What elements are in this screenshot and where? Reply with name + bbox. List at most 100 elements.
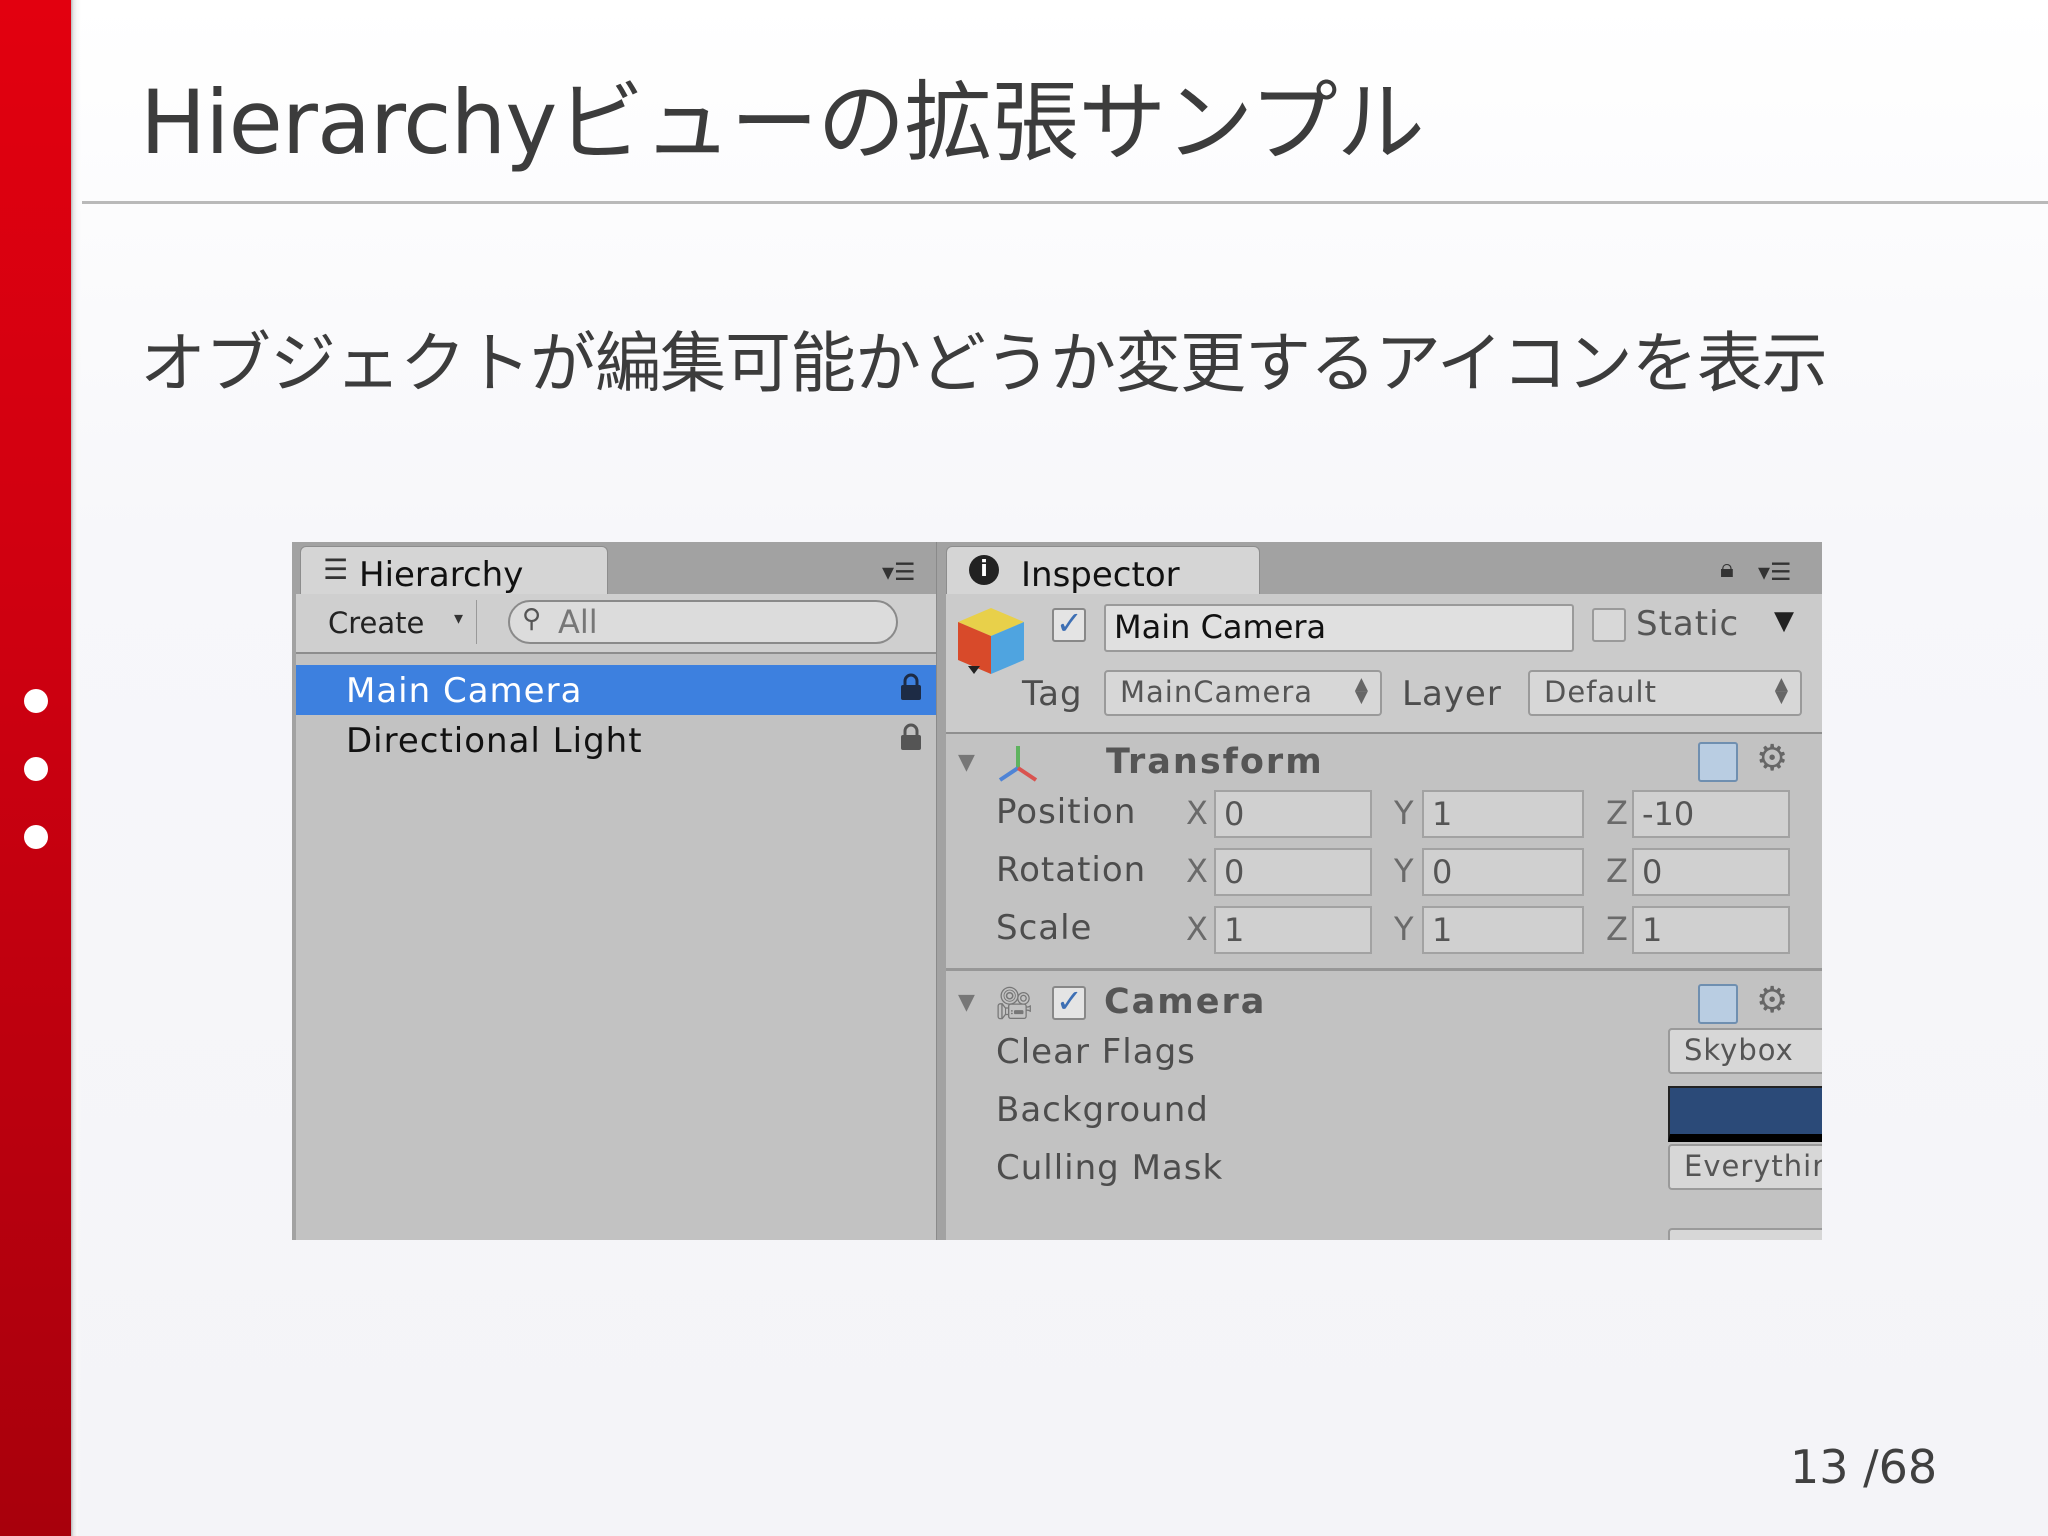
layer-dropdown[interactable]: Default ▲ ▼ xyxy=(1528,670,1802,716)
scale-y-value: 1 xyxy=(1432,911,1453,949)
slide-subtitle: オブジェクトが編集可能かどうか変更するアイコンを表示 xyxy=(140,325,1828,402)
search-placeholder: All xyxy=(558,603,598,641)
inspector-object-header: ✓ Main Camera Static ▼ Tag MainCamera ▲ ▼… xyxy=(946,594,1822,734)
inspector-tab-bar: i Inspector 🔒︎ ▾☰ xyxy=(946,542,1822,595)
foldout-arrow-icon[interactable]: ▼ xyxy=(958,750,975,775)
scale-z-value: 1 xyxy=(1642,911,1663,949)
rotation-z-value: 0 xyxy=(1642,853,1663,891)
info-icon: i xyxy=(969,555,999,585)
active-checkbox[interactable]: ✓ xyxy=(1052,604,1086,642)
hierarchy-item-label: Directional Light xyxy=(346,721,643,761)
axis-y-label: Y xyxy=(1394,794,1414,832)
help-icon[interactable] xyxy=(1698,984,1738,1024)
clear-flags-dropdown[interactable]: Skybox ▲▼ xyxy=(1668,1028,1822,1074)
hierarchy-panel: ☰ Hierarchy ▾☰ Create ▾ ⚲ All Main Camer… xyxy=(296,542,937,1240)
position-x-field[interactable]: 0 xyxy=(1214,790,1372,838)
gear-icon[interactable]: ⚙ xyxy=(1756,980,1788,1021)
position-y-value: 1 xyxy=(1432,795,1453,833)
tag-dropdown[interactable]: MainCamera ▲ ▼ xyxy=(1104,670,1382,716)
tab-hierarchy-label: Hierarchy xyxy=(359,555,524,595)
bullet-dot xyxy=(24,689,48,713)
axis-y-label: Y xyxy=(1394,852,1414,890)
rotation-label: Rotation xyxy=(996,850,1147,890)
axis-z-label: Z xyxy=(1606,794,1628,832)
culling-mask-label: Culling Mask xyxy=(996,1148,1224,1188)
hierarchy-item[interactable]: Main Camera xyxy=(296,665,936,715)
lock-icon[interactable] xyxy=(900,673,922,701)
background-color-field[interactable] xyxy=(1668,1086,1822,1142)
rotation-y-field[interactable]: 0 xyxy=(1422,848,1584,896)
chevron-down-icon[interactable]: ▼ xyxy=(1774,606,1794,636)
bullet-dot xyxy=(24,757,48,781)
next-dropdown[interactable] xyxy=(1668,1228,1822,1240)
culling-mask-dropdown[interactable]: Everything ▲▼ xyxy=(1668,1144,1822,1190)
clear-flags-label: Clear Flags xyxy=(996,1032,1196,1072)
object-name-field[interactable]: Main Camera xyxy=(1104,604,1574,652)
scale-z-field[interactable]: 1 xyxy=(1632,906,1790,954)
transform-header[interactable]: ▼ Transform ⚙ xyxy=(946,734,1822,792)
tab-inspector-label: Inspector xyxy=(1021,555,1180,595)
lock-icon[interactable]: 🔒︎ xyxy=(1720,554,1734,585)
layer-label: Layer xyxy=(1402,674,1502,714)
layer-value: Default xyxy=(1544,675,1657,709)
stepper-arrows-icon: ▲ ▼ xyxy=(1354,674,1368,707)
camera-icon: 🎥︎ xyxy=(994,984,1035,1022)
object-name-value: Main Camera xyxy=(1114,608,1327,646)
component-divider xyxy=(946,968,1822,971)
axis-z-label: Z xyxy=(1606,910,1628,948)
gameobject-cube-icon xyxy=(958,608,1024,674)
rotation-x-field[interactable]: 0 xyxy=(1214,848,1372,896)
transform-title: Transform xyxy=(1106,742,1324,782)
clear-flags-value: Skybox xyxy=(1684,1033,1794,1067)
axis-x-label: X xyxy=(1186,794,1208,832)
search-input[interactable]: ⚲ All xyxy=(508,600,898,644)
static-label: Static xyxy=(1636,604,1740,644)
foldout-arrow-icon[interactable]: ▼ xyxy=(958,990,975,1015)
panel-menu-icon[interactable]: ▾☰ xyxy=(1758,558,1792,586)
tab-inspector[interactable]: i Inspector xyxy=(946,546,1260,595)
panel-menu-icon[interactable]: ▾☰ xyxy=(882,558,916,586)
help-icon[interactable] xyxy=(1698,742,1738,782)
checkmark-icon: ✓ xyxy=(1056,604,1083,642)
axis-x-label: X xyxy=(1186,910,1208,948)
create-button[interactable]: Create ▾ xyxy=(316,600,477,644)
background-label: Background xyxy=(996,1090,1209,1130)
scale-label: Scale xyxy=(996,908,1093,948)
tag-value: MainCamera xyxy=(1120,675,1314,709)
slide-title: Hierarchyビューの拡張サンプル xyxy=(140,71,1425,174)
static-checkbox[interactable] xyxy=(1592,608,1626,642)
hierarchy-item[interactable]: Directional Light xyxy=(296,715,936,765)
rotation-y-value: 0 xyxy=(1432,853,1453,891)
search-icon: ⚲ xyxy=(522,604,542,634)
accent-bar-edge xyxy=(71,0,81,1536)
tab-hierarchy[interactable]: ☰ Hierarchy xyxy=(300,546,608,595)
camera-header[interactable]: ▼ 🎥︎ ✓ Camera ⚙ xyxy=(946,974,1822,1032)
rotation-x-value: 0 xyxy=(1224,853,1245,891)
inspector-panel: i Inspector 🔒︎ ▾☰ ✓ Main Camera Static ▼ xyxy=(946,542,1822,1240)
scale-y-field[interactable]: 1 xyxy=(1422,906,1584,954)
position-z-field[interactable]: -10 xyxy=(1632,790,1790,838)
checkmark-icon: ✓ xyxy=(1056,982,1083,1020)
camera-title: Camera xyxy=(1104,982,1267,1022)
culling-mask-value: Everything xyxy=(1684,1149,1822,1183)
hierarchy-toolbar: Create ▾ ⚲ All xyxy=(296,594,936,654)
position-z-value: -10 xyxy=(1642,795,1695,833)
chevron-down-icon: ▾ xyxy=(454,608,464,629)
position-y-field[interactable]: 1 xyxy=(1422,790,1584,838)
scale-x-value: 1 xyxy=(1224,911,1245,949)
hierarchy-item-label: Main Camera xyxy=(346,671,583,711)
create-button-label: Create xyxy=(328,606,425,640)
title-divider xyxy=(82,201,2048,204)
tag-label: Tag xyxy=(1022,674,1083,714)
list-icon: ☰ xyxy=(323,553,349,586)
camera-enabled-checkbox[interactable]: ✓ xyxy=(1052,982,1086,1020)
hierarchy-tab-bar: ☰ Hierarchy ▾☰ xyxy=(296,542,936,595)
scale-x-field[interactable]: 1 xyxy=(1214,906,1372,954)
lock-icon[interactable] xyxy=(900,723,922,751)
page-number: 13 /68 xyxy=(1790,1440,1938,1494)
axis-x-label: X xyxy=(1186,852,1208,890)
stepper-arrows-icon: ▲ ▼ xyxy=(1774,674,1788,707)
rotation-z-field[interactable]: 0 xyxy=(1632,848,1790,896)
gear-icon[interactable]: ⚙ xyxy=(1756,738,1788,779)
position-x-value: 0 xyxy=(1224,795,1245,833)
